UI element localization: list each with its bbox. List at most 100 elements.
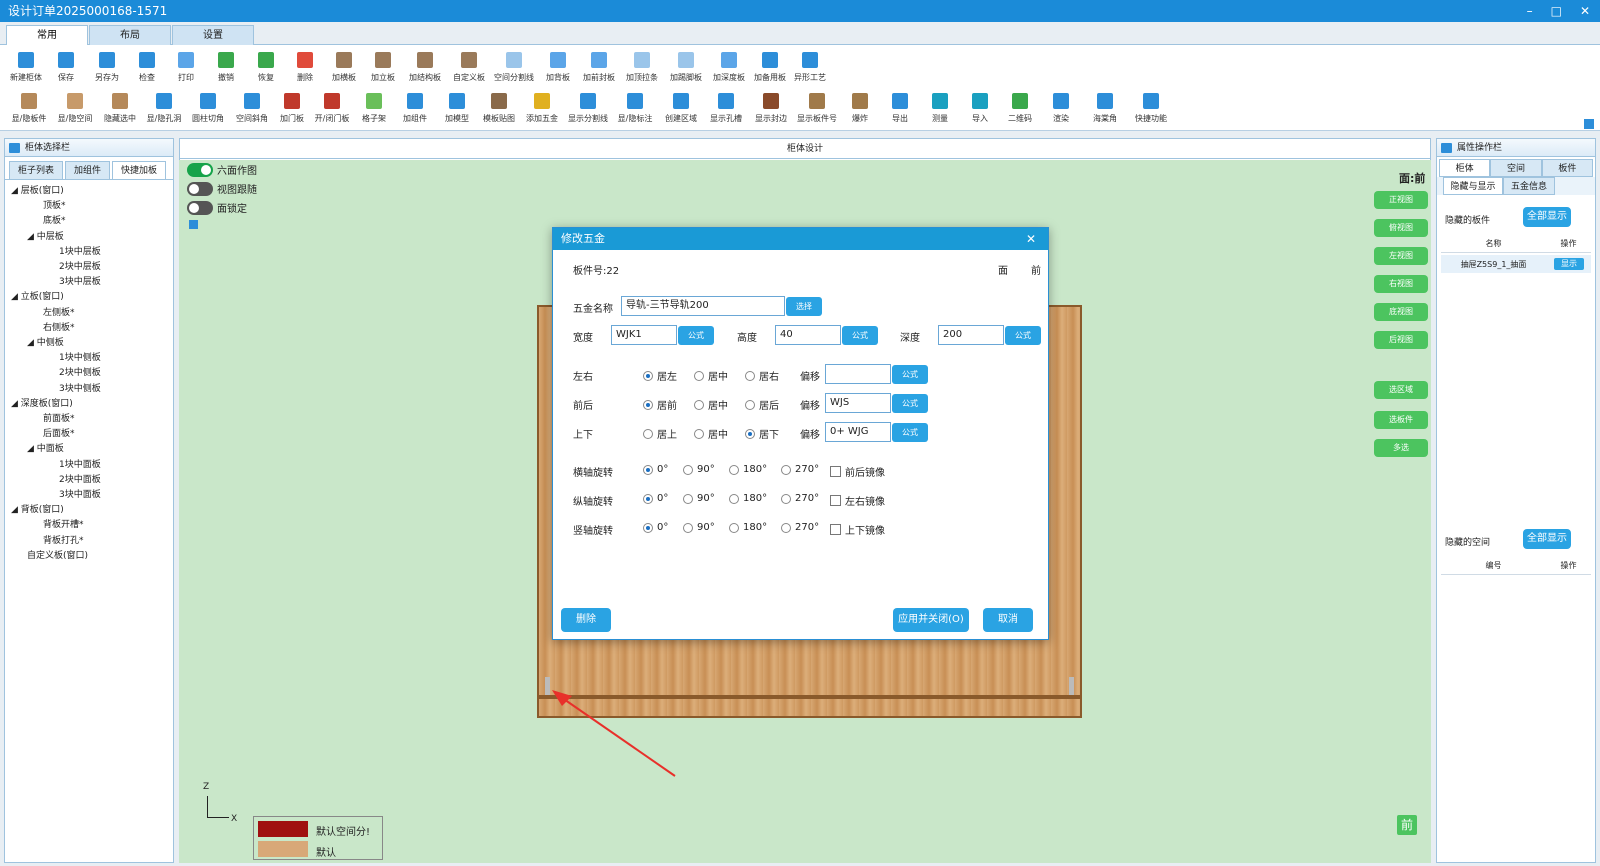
radio-icon[interactable] <box>643 522 653 533</box>
ribbon-button[interactable]: 开/闭门板 <box>310 88 354 124</box>
ribbon-button[interactable]: 加立板 <box>364 47 402 83</box>
radio-icon[interactable] <box>683 464 693 475</box>
position-radio[interactable]: 居后 <box>745 397 779 412</box>
radio-icon[interactable] <box>643 464 653 475</box>
tree-item[interactable]: 顶板* <box>11 199 173 214</box>
tree-item[interactable]: ◢ 中面板 <box>11 442 173 457</box>
radio-icon[interactable] <box>781 522 791 533</box>
offset-formula-button[interactable]: 公式 <box>892 365 928 384</box>
ribbon-button[interactable]: 加备用板 <box>750 47 790 83</box>
position-radio[interactable]: 居左 <box>643 368 677 383</box>
ribbon-button[interactable]: 打印 <box>166 47 206 83</box>
radio-icon[interactable] <box>729 493 739 504</box>
radio-icon[interactable] <box>694 399 704 410</box>
checkbox-icon[interactable] <box>830 524 841 535</box>
radio-icon[interactable] <box>683 522 693 533</box>
rotation-radio[interactable]: 90° <box>683 464 715 475</box>
ribbon-button[interactable]: 恢复 <box>246 47 286 83</box>
tab-settings[interactable]: 设置 <box>172 25 254 45</box>
ribbon-button[interactable]: 加踢脚板 <box>664 47 708 83</box>
cancel-button[interactable]: 取消 <box>983 608 1033 632</box>
ribbon-button[interactable]: 加深度板 <box>708 47 750 83</box>
ribbon-button[interactable]: 另存为 <box>86 47 128 83</box>
tree-item[interactable]: 背板打孔* <box>11 534 173 549</box>
tab-quick-add-board[interactable]: 快捷加板 <box>112 161 167 179</box>
rotation-radio[interactable]: 270° <box>781 522 819 533</box>
select-part-button[interactable]: 选板件 <box>1374 411 1428 429</box>
ribbon-button[interactable]: 撤销 <box>206 47 246 83</box>
ribbon-button[interactable]: 爆炸 <box>840 88 880 124</box>
select-area-button[interactable]: 选区域 <box>1374 381 1428 399</box>
ribbon-button[interactable]: 加顶拉条 <box>620 47 664 83</box>
radio-icon[interactable] <box>643 370 653 381</box>
select-hardware-button[interactable]: 选择 <box>786 297 822 316</box>
show-all-spaces-button[interactable]: 全部显示 <box>1523 529 1571 549</box>
offset-input[interactable]: 0+ WJG <box>825 422 891 442</box>
front-view-button[interactable]: 正视图 <box>1374 191 1428 209</box>
tree-item[interactable]: ◢ 背板(窗口) <box>11 503 173 518</box>
tree-item[interactable]: 左侧板* <box>11 306 173 321</box>
right-view-button[interactable]: 右视图 <box>1374 275 1428 293</box>
left-view-button[interactable]: 左视图 <box>1374 247 1428 265</box>
checkbox-icon[interactable] <box>830 466 841 477</box>
maximize-icon[interactable]: □ <box>1551 0 1562 22</box>
tree-item[interactable]: 3块中侧板 <box>11 382 173 397</box>
position-radio[interactable]: 居前 <box>643 397 677 412</box>
rotation-radio[interactable]: 180° <box>729 464 767 475</box>
ribbon-button[interactable]: 保存 <box>46 47 86 83</box>
width-input[interactable]: WJK1 <box>611 325 677 345</box>
tree-item[interactable]: 前面板* <box>11 412 173 427</box>
position-radio[interactable]: 居下 <box>745 426 779 441</box>
radio-icon[interactable] <box>694 370 704 381</box>
tab-board[interactable]: 板件 <box>1541 159 1593 177</box>
tree-item[interactable]: 2块中面板 <box>11 473 173 488</box>
position-radio[interactable]: 居中 <box>694 397 728 412</box>
grid-icon[interactable] <box>1584 119 1594 129</box>
radio-icon[interactable] <box>643 399 653 410</box>
rotation-radio[interactable]: 0° <box>643 493 668 504</box>
tab-hide-show[interactable]: 隐藏与显示 <box>1443 177 1503 195</box>
ribbon-button[interactable]: 自定义板 <box>448 47 490 83</box>
ribbon-button[interactable]: 隐藏选中 <box>98 88 142 124</box>
ribbon-button[interactable]: 显/隐空间 <box>52 88 98 124</box>
mirror-checkbox[interactable]: 左右镜像 <box>830 493 885 508</box>
ribbon-button[interactable]: 快捷功能 <box>1128 88 1174 124</box>
radio-icon[interactable] <box>745 399 755 410</box>
rotation-radio[interactable]: 90° <box>683 493 715 504</box>
toggle-six-view[interactable]: 六面作图 <box>187 162 257 177</box>
show-row-button[interactable]: 显示 <box>1554 258 1584 270</box>
ribbon-button[interactable]: 检查 <box>128 47 166 83</box>
ribbon-button[interactable]: 导出 <box>880 88 920 124</box>
minimize-icon[interactable]: – <box>1527 0 1533 22</box>
width-formula-button[interactable]: 公式 <box>678 326 714 345</box>
ribbon-button[interactable]: 格子架 <box>354 88 394 124</box>
depth-input[interactable]: 200 <box>938 325 1004 345</box>
ribbon-button[interactable]: 显示板件号 <box>794 88 840 124</box>
tab-add-component[interactable]: 加组件 <box>65 161 111 179</box>
ribbon-button[interactable]: 圆柱切角 <box>186 88 230 124</box>
multi-select-button[interactable]: 多选 <box>1374 439 1428 457</box>
height-formula-button[interactable]: 公式 <box>842 326 878 345</box>
radio-icon[interactable] <box>643 428 653 439</box>
radio-icon[interactable] <box>781 493 791 504</box>
rotation-radio[interactable]: 270° <box>781 493 819 504</box>
ribbon-button[interactable]: 显/隐标注 <box>612 88 658 124</box>
radio-icon[interactable] <box>683 493 693 504</box>
ribbon-button[interactable]: 删除 <box>286 47 324 83</box>
rotation-radio[interactable]: 180° <box>729 522 767 533</box>
ribbon-button[interactable]: 测量 <box>920 88 960 124</box>
tree-item[interactable]: 1块中层板 <box>11 245 173 260</box>
ribbon-button[interactable]: 模板贴图 <box>478 88 520 124</box>
rotation-radio[interactable]: 0° <box>643 464 668 475</box>
tree-item[interactable]: 后面板* <box>11 427 173 442</box>
ribbon-button[interactable]: 新建柜体 <box>6 47 46 83</box>
radio-icon[interactable] <box>694 428 704 439</box>
radio-icon[interactable] <box>781 464 791 475</box>
tree-item[interactable]: ◢ 中侧板 <box>11 336 173 351</box>
close-icon[interactable]: ✕ <box>1026 228 1036 250</box>
tab-cabinet-list[interactable]: 柜子列表 <box>9 161 64 179</box>
offset-formula-button[interactable]: 公式 <box>892 394 928 413</box>
tree-item[interactable]: ◢ 立板(窗口) <box>11 290 173 305</box>
position-radio[interactable]: 居中 <box>694 368 728 383</box>
tree-item[interactable]: ◢ 深度板(窗口) <box>11 397 173 412</box>
